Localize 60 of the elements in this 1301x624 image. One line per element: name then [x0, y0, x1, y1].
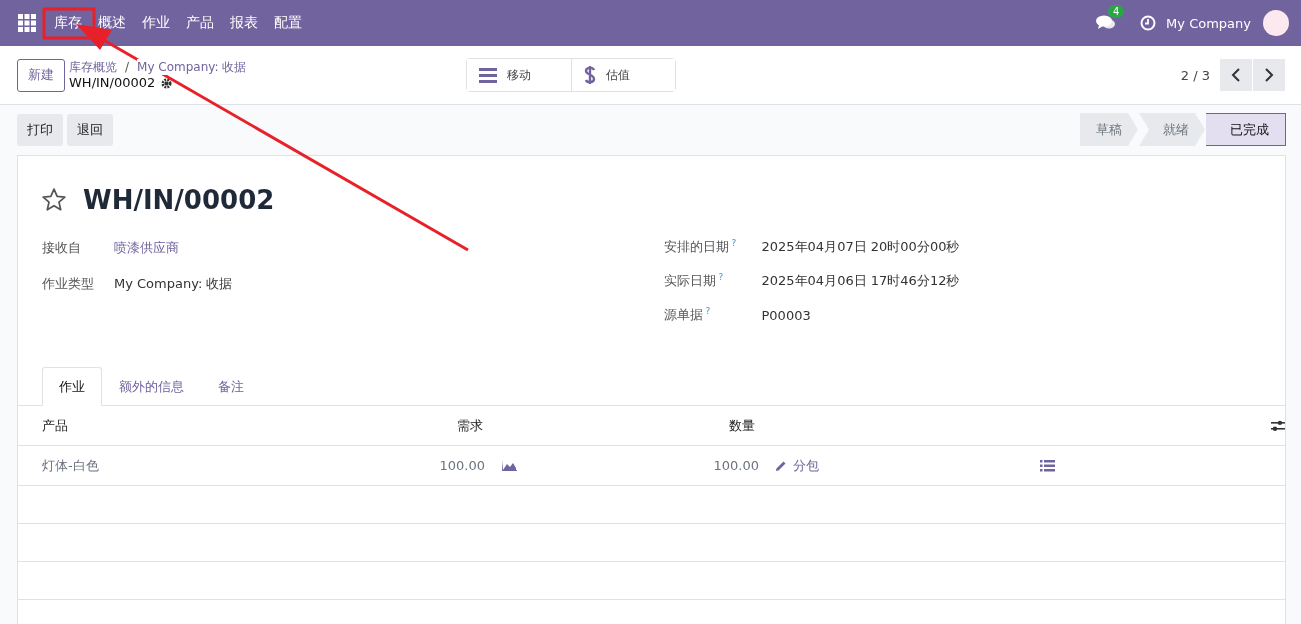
menu-icon: [479, 67, 498, 83]
field-label: 源单据: [663, 306, 703, 324]
chevron-left-icon: [1231, 67, 1241, 83]
table-cell-text: 100.00: [712, 458, 759, 473]
settings-icon[interactable]: [1271, 419, 1285, 432]
column-header[interactable]: 数量: [558, 416, 756, 435]
next-button[interactable]: [1253, 59, 1285, 91]
field-label: 安排的日期: [663, 238, 729, 256]
app-grid-icon[interactable]: [18, 14, 36, 32]
chat-icon[interactable]: [1096, 15, 1117, 31]
pencil-icon: [775, 459, 787, 472]
record-title: WH/IN/00002: [83, 185, 275, 215]
help-tooltip[interactable]: ?: [705, 306, 711, 316]
clock-icon[interactable]: [1140, 15, 1157, 31]
menu-item[interactable]: 配置: [266, 14, 310, 32]
previous-button[interactable]: [1220, 59, 1252, 91]
breadcrumb-link[interactable]: 库存概览: [69, 59, 117, 75]
field-label: 作业类型: [42, 275, 95, 293]
breadcrumb-link[interactable]: My Company: 收据: [137, 59, 247, 75]
field-value: My Company: 收据: [114, 275, 233, 293]
tab[interactable]: 作业: [42, 367, 102, 406]
table-cell-text: 灯体-白色: [42, 456, 100, 475]
chevron-right-icon: [1264, 67, 1274, 83]
field-value: 2025年04月06日 17时46分12秒: [761, 272, 960, 290]
menu-item[interactable]: 库存: [46, 14, 90, 32]
column-header[interactable]: 需求: [420, 416, 483, 435]
breadcrumb-separator: /: [125, 59, 130, 75]
gear-icon[interactable]: [161, 77, 173, 89]
column-header[interactable]: 产品: [42, 416, 421, 435]
menu-item[interactable]: 产品: [178, 14, 222, 32]
tab[interactable]: 备注: [201, 367, 261, 406]
highlight-frame: [42, 7, 96, 40]
action-button[interactable]: 打印: [17, 113, 63, 146]
star-icon[interactable]: [41, 187, 67, 213]
menu-item[interactable]: 报表: [222, 14, 266, 32]
status-step[interactable]: 已完成: [1206, 113, 1286, 146]
menu-item[interactable]: 作业: [134, 14, 178, 32]
status-step[interactable]: 就绪: [1139, 113, 1205, 146]
list-icon[interactable]: [1040, 459, 1055, 472]
company-name[interactable]: My Company: [1166, 15, 1251, 31]
message-count-badge: 4: [1108, 5, 1125, 18]
action-button[interactable]: 退回: [67, 113, 113, 146]
field-label: 实际日期: [663, 272, 716, 290]
avatar[interactable]: [1263, 10, 1289, 36]
record-name: WH/IN/00002: [69, 75, 156, 91]
table-cell-text: 100.00: [438, 458, 485, 473]
split-button[interactable]: 分包: [775, 456, 819, 475]
smart-button[interactable]: 估值: [571, 59, 676, 91]
status-step[interactable]: 草稿: [1080, 113, 1138, 146]
tab[interactable]: 额外的信息: [102, 367, 201, 406]
pager-value: 2 / 3: [1180, 67, 1210, 83]
menu-item[interactable]: 概述: [90, 14, 134, 32]
field-link[interactable]: 喷漆供应商: [114, 239, 179, 257]
new-button[interactable]: 新建: [17, 58, 65, 92]
field-value: 2025年04月07日 20时00分00秒: [761, 238, 960, 256]
field-value: P00003: [761, 307, 811, 323]
help-tooltip[interactable]: ?: [718, 272, 724, 282]
help-tooltip[interactable]: ?: [731, 238, 737, 248]
dollar-icon: [584, 64, 597, 86]
field-label: 接收自: [42, 239, 82, 257]
